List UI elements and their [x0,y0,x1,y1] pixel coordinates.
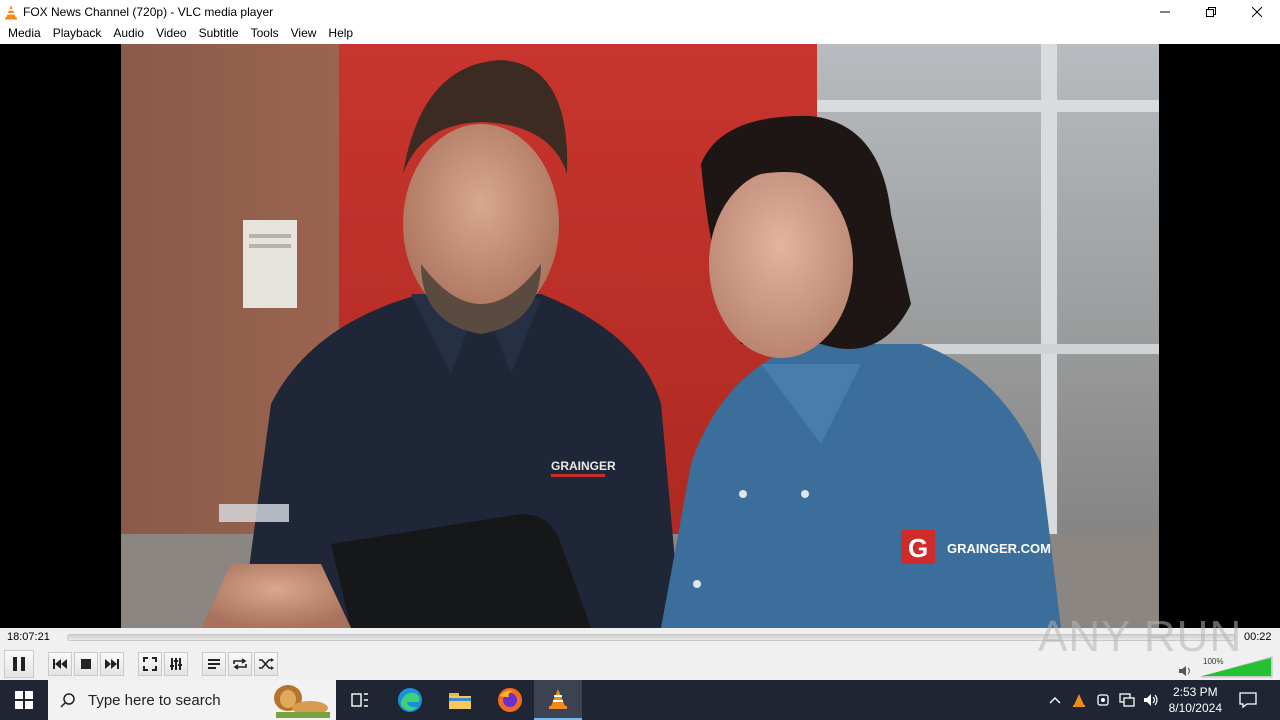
notification-icon [1239,692,1257,708]
search-placeholder: Type here to search [88,691,221,709]
clock-time: 2:53 PM [1172,685,1218,699]
minimize-button[interactable] [1142,0,1188,23]
elapsed-time[interactable]: 18:07:21 [7,631,50,643]
equalizer-icon [170,658,182,670]
remaining-time[interactable]: 00:22 [1244,631,1272,643]
task-view-icon [351,693,368,707]
close-button[interactable] [1234,0,1280,23]
next-icon [105,659,119,669]
previous-icon [53,659,67,669]
clock-date: 8/10/2024 [1168,701,1222,715]
task-view-button[interactable] [336,680,384,720]
vlc-cone-icon [1073,694,1085,707]
shuffle-button[interactable] [254,652,278,676]
loop-button[interactable] [228,652,252,676]
chevron-up-icon [1049,697,1061,704]
vlc-cone-icon [5,4,17,19]
menu-audio[interactable]: Audio [107,23,150,44]
loop-icon [233,658,247,670]
taskbar-search[interactable]: Type here to search [48,680,336,720]
menu-playback[interactable]: Playback [47,23,108,44]
pause-button[interactable] [4,650,34,678]
title-bar: FOX News Channel (720p) - VLC media play… [0,0,1280,23]
menu-view[interactable]: View [285,23,323,44]
windows-logo-icon [15,691,33,709]
next-button[interactable] [100,652,124,676]
restore-button[interactable] [1188,0,1234,23]
speaker-icon [1144,694,1158,706]
stop-button[interactable] [74,652,98,676]
tray-app[interactable] [1091,680,1115,720]
taskbar-edge[interactable] [386,680,434,720]
playlist-button[interactable] [202,652,226,676]
menu-media[interactable]: Media [2,23,47,44]
taskbar-file-explorer[interactable] [436,680,484,720]
folder-icon [449,693,471,709]
start-button[interactable] [0,680,48,720]
playlist-icon [208,659,220,669]
menu-video[interactable]: Video [150,23,192,44]
pause-icon [13,657,25,671]
shirt-logo-text: GRAINGER [551,459,616,473]
overlay-brand-text: GRAINGER.COM [947,541,1051,556]
menu-bar: Media Playback Audio Video Subtitle Tool… [0,23,1280,44]
firefox-icon [498,688,522,712]
taskbar: Type here to search 2:53 PM 8/10/2024 [0,680,1280,720]
taskbar-vlc[interactable] [534,680,582,720]
svg-text:G: G [908,533,928,563]
shuffle-icon [259,658,274,670]
restore-icon [1206,6,1216,17]
action-center-button[interactable] [1236,680,1260,720]
stop-icon [81,659,91,669]
close-icon [1252,6,1262,17]
fullscreen-icon [143,657,157,671]
tray-volume[interactable] [1139,680,1163,720]
tray-overflow-button[interactable] [1043,680,1067,720]
window-title: FOX News Channel (720p) - VLC media play… [23,4,274,19]
vlc-window: FOX News Channel (720p) - VLC media play… [0,0,1280,720]
tray-clock[interactable]: 2:53 PM 8/10/2024 [1169,684,1222,716]
menu-help[interactable]: Help [322,23,359,44]
search-icon [60,693,75,708]
video-frame[interactable]: GRAINGER G GRAINGER.COM [121,44,1159,628]
taskbar-firefox[interactable] [486,680,534,720]
menu-subtitle[interactable]: Subtitle [193,23,245,44]
lion-illustration-icon [274,685,330,718]
anyrun-watermark: ANY RUN [1038,612,1243,661]
speaker-icon[interactable] [1178,665,1192,677]
device-icon [1097,694,1109,706]
video-scene: GRAINGER G GRAINGER.COM [121,44,1159,628]
video-area[interactable]: GRAINGER G GRAINGER.COM [0,44,1280,628]
previous-button[interactable] [48,652,72,676]
menu-tools[interactable]: Tools [245,23,285,44]
edge-icon [398,688,422,712]
tray-vlc[interactable] [1067,680,1091,720]
network-icon [1119,693,1135,707]
fullscreen-button[interactable] [138,652,162,676]
tray-network[interactable] [1115,680,1139,720]
minimize-icon [1160,11,1170,12]
extended-settings-button[interactable] [164,652,188,676]
vlc-cone-icon [549,689,567,709]
